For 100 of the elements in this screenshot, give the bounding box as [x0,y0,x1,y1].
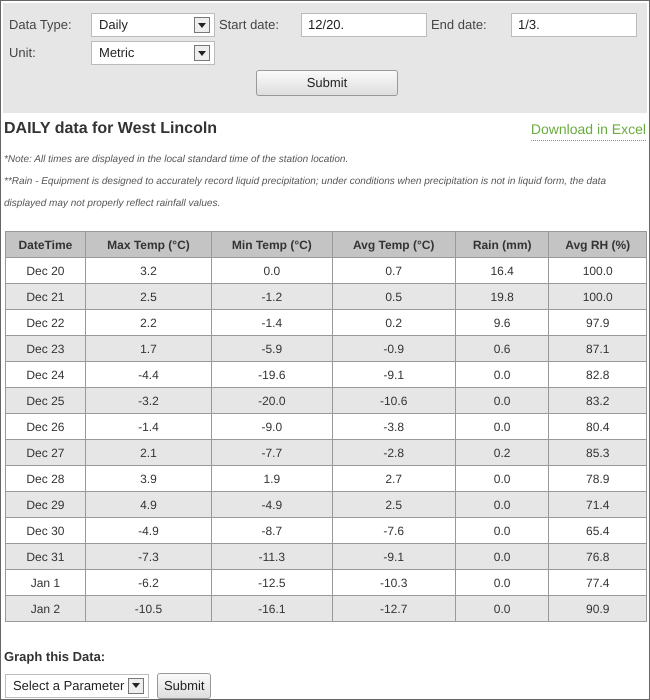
table-cell: -12.5 [212,570,332,596]
table-cell: 0.6 [455,336,549,362]
column-header: Avg RH (%) [548,232,646,258]
table-cell: -1.4 [85,414,212,440]
table-cell: -19.6 [212,362,332,388]
table-cell: 3.2 [85,258,212,284]
table-cell: 90.9 [548,596,646,622]
note-text: *Note: All times are displayed in the local standard time of the station location. [4,153,350,167]
field-label: Start date: [218,16,280,34]
table-cell: Dec 24 [6,362,86,388]
table-cell: -1.4 [212,310,332,336]
table-cell: Dec 25 [6,388,86,414]
table-cell: 0.0 [212,258,332,284]
table-cell: 0.0 [455,544,549,570]
table-cell: -20.0 [212,388,332,414]
table-cell: 4.9 [85,492,212,518]
table-cell: Dec 21 [6,284,86,310]
table-cell: 1.9 [212,466,332,492]
table-cell: -7.3 [85,544,212,570]
table-cell: -16.1 [212,596,332,622]
column-header: Min Temp (°C) [212,232,332,258]
dropdown-select[interactable]: Metric [91,41,215,65]
table-cell: 0.2 [455,440,549,466]
table-cell: -5.9 [212,336,332,362]
table-cell: 2.2 [85,310,212,336]
table-cell: 87.1 [548,336,646,362]
table-cell: -10.6 [332,388,456,414]
table-cell: -9.0 [212,414,332,440]
table-cell: 71.4 [548,492,646,518]
page-heading: DAILY data for West Lincoln [4,119,218,139]
table-cell: -7.7 [212,440,332,466]
table-cell: Dec 28 [6,466,86,492]
table-cell: -0.9 [332,336,456,362]
table-cell: 97.9 [548,310,646,336]
graph-label: Graph this Data: [3,648,106,666]
table-cell: 0.0 [455,362,549,388]
table-cell: 3.9 [85,466,212,492]
graph-submit-button[interactable]: Submit [157,672,212,698]
table-cell: 100.0 [548,284,646,310]
table-cell: Dec 26 [6,414,86,440]
column-header: DateTime [6,232,86,258]
end-date-field[interactable]: 1/3. [511,13,637,37]
table-cell: 0.0 [455,466,549,492]
column-header: Avg Temp (°C) [332,232,456,258]
table-cell: -4.9 [212,492,332,518]
table-cell: 1.7 [85,336,212,362]
table-cell: 0.5 [332,284,456,310]
table-cell: -1.2 [212,284,332,310]
table-cell: Dec 30 [6,518,86,544]
dropdown-select[interactable]: Select a Parameter [5,674,149,698]
table-cell: -7.6 [332,518,456,544]
table-cell: -10.3 [332,570,456,596]
table-cell: 0.2 [332,310,456,336]
dropdown-select[interactable]: Daily [91,13,215,37]
table-cell: -12.7 [332,596,456,622]
table-cell: -10.5 [85,596,212,622]
table-cell: 0.7 [332,258,456,284]
table-cell: 78.9 [548,466,646,492]
table-cell: -3.2 [85,388,212,414]
start-date-field[interactable]: 12/20. [301,13,427,37]
table-cell: Dec 29 [6,492,86,518]
table-cell: 83.2 [548,388,646,414]
table-cell: 65.4 [548,518,646,544]
table-cell: 0.0 [455,492,549,518]
field-label: End date: [430,16,488,34]
table-cell: Dec 27 [6,440,86,466]
table-cell: -6.2 [85,570,212,596]
table-cell: 0.0 [455,414,549,440]
table-cell: 16.4 [455,258,549,284]
note-text: **Rain - Equipment is designed to accurately record liquid precipitation; under conditions when precipitation is not in liquid form, the data displayed may not properly reflect rainfall values. [4,175,608,211]
column-header: Rain (mm) [455,232,549,258]
table-cell: -4.9 [85,518,212,544]
column-header: Max Temp (°C) [85,232,212,258]
table-cell: -9.1 [332,362,456,388]
table-cell: Jan 2 [6,596,86,622]
table-cell: 19.8 [455,284,549,310]
table-cell: 85.3 [548,440,646,466]
table-cell: -2.8 [332,440,456,466]
table-cell: -8.7 [212,518,332,544]
table-cell: 2.5 [332,492,456,518]
table-cell: 77.4 [548,570,646,596]
table-cell: 9.6 [455,310,549,336]
table-cell: -11.3 [212,544,332,570]
table-cell: Dec 22 [6,310,86,336]
table-cell: 76.8 [548,544,646,570]
submit-button[interactable]: Submit [256,70,398,96]
table-cell: 0.0 [455,596,549,622]
table-cell: Dec 31 [6,544,86,570]
table-cell: Dec 23 [6,336,86,362]
table-cell: 0.0 [455,518,549,544]
table-cell: 2.7 [332,466,456,492]
table-cell: 0.0 [455,388,549,414]
table-cell: Dec 20 [6,258,86,284]
table-cell: 0.0 [455,570,549,596]
table-cell: 82.8 [548,362,646,388]
table-cell: -4.4 [85,362,212,388]
table-cell: 2.1 [85,440,212,466]
table-cell: -3.8 [332,414,456,440]
table-cell: -9.1 [332,544,456,570]
table-cell: Jan 1 [6,570,86,596]
